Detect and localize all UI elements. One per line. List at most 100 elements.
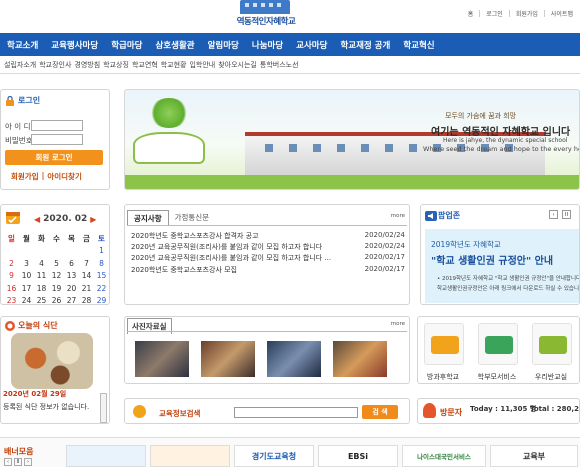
day-cell[interactable]: 14: [79, 270, 94, 283]
nav-item[interactable]: 학교혁신: [390, 39, 434, 51]
banner-item-moe[interactable]: 교육부: [490, 445, 578, 467]
subnav-item[interactable]: 입학안내: [189, 60, 215, 70]
day-cell[interactable]: 22: [94, 282, 109, 295]
quick-item-afterschool[interactable]: 방과후학교: [418, 321, 468, 383]
photo-thumbnail[interactable]: [267, 341, 321, 377]
day-cell[interactable]: 16: [4, 282, 19, 295]
home-link[interactable]: 홈: [465, 9, 477, 18]
login-link[interactable]: 로그인: [483, 9, 506, 18]
banner-item[interactable]: [66, 445, 146, 467]
quick-item-parents[interactable]: 학부모서비스: [472, 321, 522, 383]
school-logo[interactable]: 역동적인자혜학교: [230, 0, 302, 28]
nav-item[interactable]: 삼호생활관: [142, 39, 194, 51]
day-cell[interactable]: 29: [94, 295, 109, 308]
id-input[interactable]: [31, 120, 83, 131]
day-cell[interactable]: 25: [34, 295, 49, 308]
day-cell[interactable]: 3: [19, 257, 34, 270]
banner-pause-button[interactable]: II: [14, 458, 22, 466]
subnav-item[interactable]: 학교상징: [103, 60, 129, 70]
day-cell[interactable]: 12: [49, 270, 64, 283]
day-cell[interactable]: 5: [49, 257, 64, 270]
subnav-item[interactable]: 통학버스노선: [260, 60, 299, 70]
day-cell[interactable]: 23: [4, 295, 19, 308]
day-cell[interactable]: 26: [49, 295, 64, 308]
notice-date: 2020/02/17: [364, 265, 405, 273]
popup-prev-button[interactable]: ‹: [549, 210, 558, 219]
day-cell[interactable]: 11: [34, 270, 49, 283]
day-cell[interactable]: 1: [94, 245, 109, 258]
day-cell[interactable]: 13: [64, 270, 79, 283]
tab-newsletter[interactable]: 가정통신문: [169, 210, 216, 226]
day-cell[interactable]: 2: [4, 257, 19, 270]
notice-row[interactable]: 2020년 교육공무직원(조리사)를 붙임과 같이 모집 하고자 합니다 202…: [131, 242, 405, 252]
photo-thumbnail[interactable]: [201, 341, 255, 377]
banner-next-button[interactable]: ›: [24, 458, 32, 466]
photos-more-link[interactable]: more: [391, 321, 405, 327]
password-input[interactable]: [31, 134, 83, 145]
join-link[interactable]: 회원가입: [11, 171, 39, 182]
quick-item-label: 우리반교실: [534, 373, 568, 381]
day-cell[interactable]: 24: [19, 295, 34, 308]
subnav-item[interactable]: 학교장인사: [39, 60, 71, 70]
day-cell[interactable]: 15: [94, 270, 109, 283]
day-cell[interactable]: 4: [34, 257, 49, 270]
nav-item[interactable]: 알림마당: [195, 39, 239, 51]
photo-thumbnail[interactable]: [135, 341, 189, 377]
notice-date: 2020/02/24: [364, 231, 405, 239]
day-cell[interactable]: 28: [79, 295, 94, 308]
subnav-item[interactable]: 학교연혁: [132, 60, 158, 70]
nav-item[interactable]: 학교소개: [0, 39, 38, 51]
day-cell[interactable]: 8: [94, 257, 109, 270]
day-cell[interactable]: 6: [64, 257, 79, 270]
search-button[interactable]: 검 색: [362, 405, 398, 419]
edu-search-input[interactable]: [234, 407, 358, 418]
day-cell[interactable]: 21: [79, 282, 94, 295]
weekday-row: 일 월 화 수 목 금 토: [4, 232, 109, 245]
nav-item[interactable]: 학급마당: [98, 39, 142, 51]
join-link[interactable]: 회원가입: [513, 9, 541, 18]
day-cell[interactable]: 10: [19, 270, 34, 283]
day-cell[interactable]: 7: [79, 257, 94, 270]
subnav-item[interactable]: 찾아오시는길: [218, 60, 257, 70]
day-cell[interactable]: 18: [34, 282, 49, 295]
subnav-item[interactable]: 학교현황: [161, 60, 187, 70]
notice-row[interactable]: 2020학년도 중학교스포츠강사 모집 2020/02/17: [131, 265, 405, 275]
banner-prev-button[interactable]: ‹: [4, 458, 12, 466]
day-cell[interactable]: 9: [4, 270, 19, 283]
notice-title[interactable]: 2020년 교육공무직원(조리사)를 붙임과 같이 모집 하고자 합니다 ...: [131, 253, 331, 263]
day-cell[interactable]: 19: [49, 282, 64, 295]
nav-item[interactable]: 학교재정 공개: [327, 39, 390, 51]
meal-scrollbar[interactable]: [100, 393, 107, 423]
popup-pause-button[interactable]: II: [562, 210, 571, 219]
nav-item[interactable]: 나눔마당: [239, 39, 283, 51]
quick-item-label: 방과후학교: [426, 373, 460, 381]
login-title-text: 로그인: [18, 96, 41, 105]
login-button[interactable]: 회원 로그인: [5, 150, 103, 165]
next-month-icon[interactable]: ▶: [90, 215, 96, 224]
subnav-item[interactable]: 경영방침: [74, 60, 100, 70]
popup-subtext-2: 학교생활인권규정안은 아래 링크에서 다운로드 하실 수 있습니다.: [437, 286, 580, 292]
tab-notice[interactable]: 공지사항: [127, 210, 169, 226]
day-cell[interactable]: 17: [19, 282, 34, 295]
prev-month-icon[interactable]: ◀: [34, 215, 40, 224]
quick-item-classroom[interactable]: 우리반교실: [526, 321, 576, 383]
notice-title[interactable]: 2020학년도 중학교스포츠강사 합격자 공고: [131, 231, 259, 241]
notice-row[interactable]: 2020학년도 중학교스포츠강사 합격자 공고 2020/02/24: [131, 231, 405, 241]
nav-item[interactable]: 교사마당: [283, 39, 327, 51]
notice-title[interactable]: 2020년 교육공무직원(조리사)를 붙임과 같이 모집 하고자 합니다: [131, 242, 322, 252]
subnav-item[interactable]: 설립자소개: [4, 60, 36, 70]
notice-row[interactable]: 2020년 교육공무직원(조리사)를 붙임과 같이 모집 하고자 합니다 ...…: [131, 253, 405, 263]
banner-item-ebsi[interactable]: EBSi: [318, 445, 398, 467]
banner-item-gyeonggi[interactable]: 경기도교육청: [234, 445, 314, 467]
photo-thumbnail[interactable]: [333, 341, 387, 377]
nav-item[interactable]: 교육행사마당: [38, 39, 98, 51]
day-cell[interactable]: 27: [64, 295, 79, 308]
notice-more-link[interactable]: more: [391, 213, 405, 219]
banner-item-neis[interactable]: 나이스대국민서비스: [402, 445, 486, 467]
find-id-link[interactable]: 아이디찾기: [47, 171, 82, 182]
day-cell[interactable]: 20: [64, 282, 79, 295]
banner-item[interactable]: [150, 445, 230, 467]
notice-title[interactable]: 2020학년도 중학교스포츠강사 모집: [131, 265, 237, 275]
sitemap-link[interactable]: 사이트맵: [548, 9, 576, 18]
popup-image[interactable]: 2019학년도 자혜학교 "학교 생활인권 규정안" 안내 • 2019학년도 …: [425, 229, 580, 303]
